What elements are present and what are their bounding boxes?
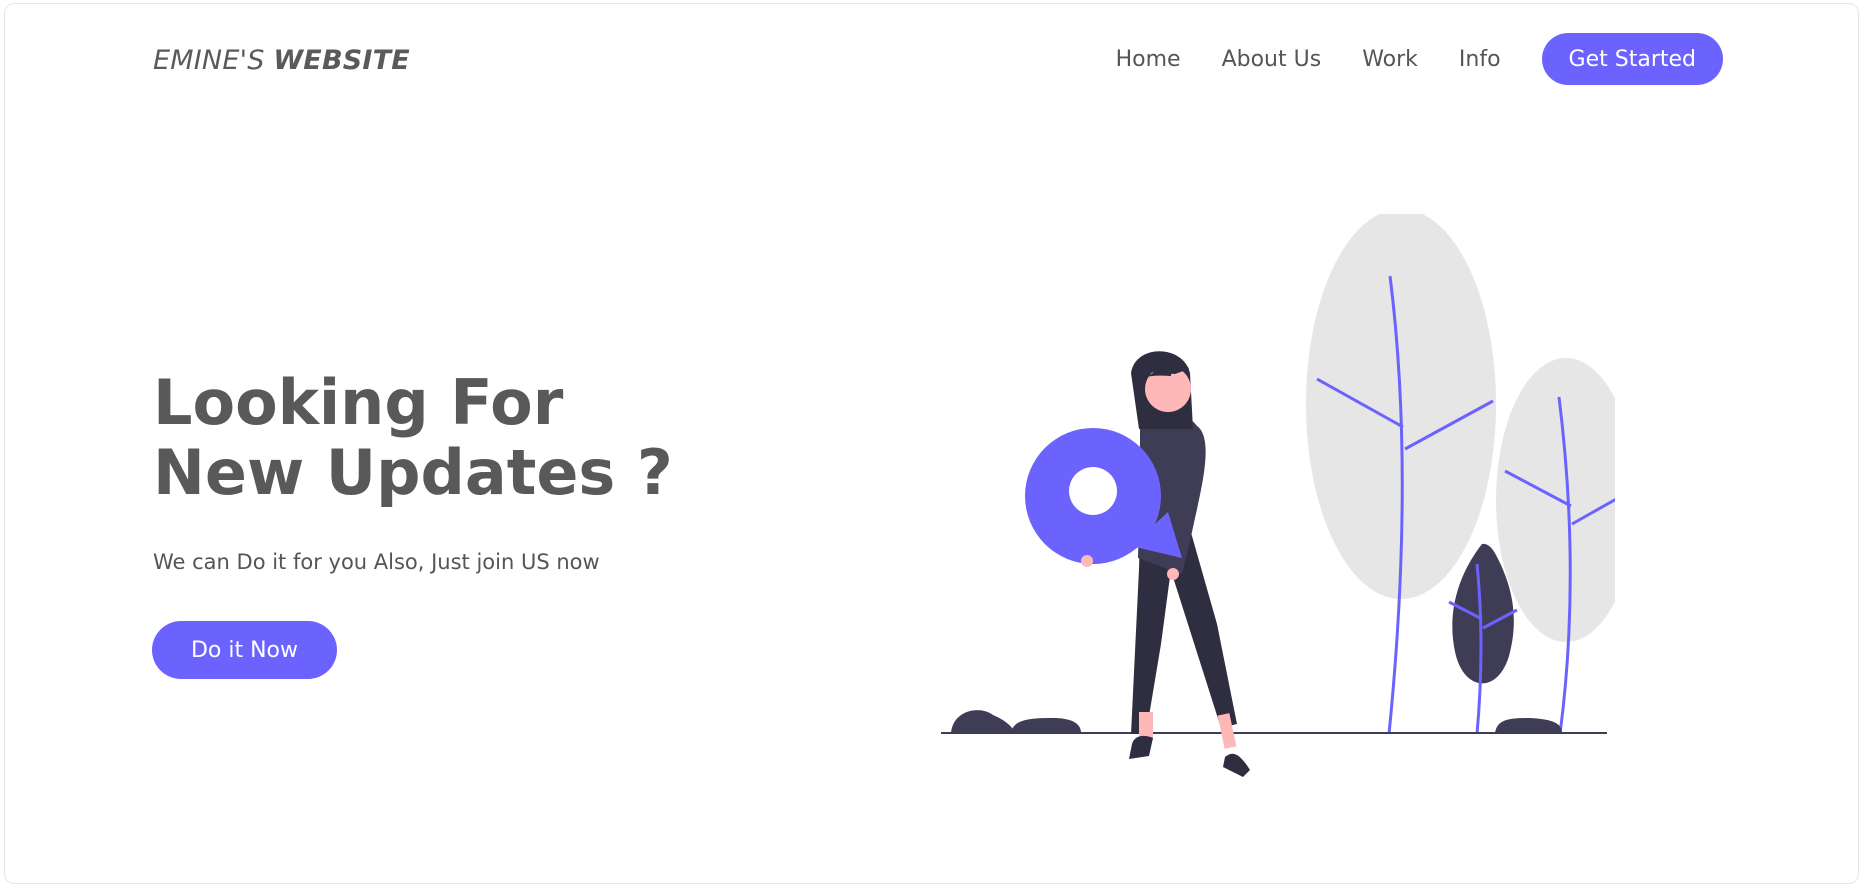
nav-link-info[interactable]: Info [1459,47,1501,72]
nav-link-home[interactable]: Home [1116,47,1181,72]
hero-subtitle: We can Do it for you Also, Just join US … [153,550,600,574]
rocks-icon [951,710,1562,733]
logo-bold: WEBSITE [273,45,410,76]
nav-link-about-us[interactable]: About Us [1222,47,1322,72]
hero-illustration [941,214,1615,777]
small-tree-icon [1496,358,1615,735]
site-logo[interactable]: EMINE'S WEBSITE [153,45,410,76]
hero-title: Looking For New Updates ? [153,366,673,509]
do-it-now-button[interactable]: Do it Now [152,621,337,679]
logo-prefix: EMINE'S [153,45,274,76]
nav-link-work[interactable]: Work [1362,47,1418,72]
get-started-button[interactable]: Get Started [1541,33,1723,85]
woman-figure-icon [1129,351,1250,777]
main-nav: Home About Us Work Info Get Started [1116,33,1723,85]
page-frame: EMINE'S WEBSITE Home About Us Work Info … [4,3,1859,884]
